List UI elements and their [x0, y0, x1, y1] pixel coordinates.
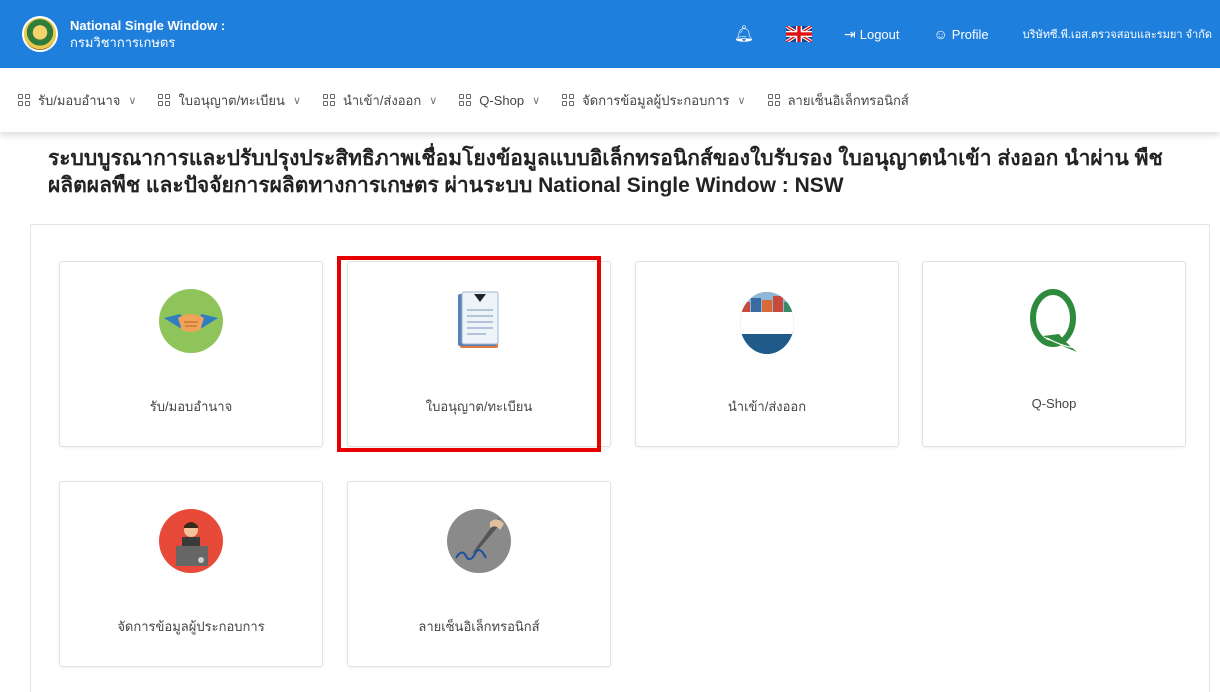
uk-flag-icon[interactable] [786, 26, 812, 42]
chevron-down-icon: ∨ [128, 94, 137, 107]
top-header: National Single Window : กรมวิชาการเกษตร… [0, 0, 1220, 68]
card-operator-data[interactable]: จัดการข้อมูลผู้ประกอบการ [59, 481, 323, 667]
brand-text: National Single Window : กรมวิชาการเกษตร [70, 17, 225, 51]
grid-icon [323, 94, 335, 106]
chevron-down-icon: ∨ [292, 94, 301, 107]
nav-item-authorization[interactable]: รับ/มอบอำนาจ ∨ [18, 90, 136, 111]
grid-icon [158, 94, 171, 106]
card-q-shop[interactable]: Q-Shop [922, 261, 1186, 447]
grid-icon [459, 94, 472, 106]
cargo-ship-icon [740, 292, 794, 354]
nav-item-q-shop[interactable]: Q-Shop ∨ [459, 93, 540, 108]
bell-icon[interactable]: 🔔︎ [734, 24, 754, 44]
company-name[interactable]: บริษัทซี.พี.เอส.ตรวจสอบและรมยา จำกัด [1023, 25, 1212, 43]
nav-label: จัดการข้อมูลผู้ประกอบการ [582, 92, 730, 108]
chevron-down-icon: ∨ [737, 94, 746, 107]
card-label: Q-Shop [1031, 396, 1077, 411]
chevron-down-icon: ∨ [429, 94, 438, 107]
card-label: ลายเซ็นอิเล็กทรอนิกส์ [418, 619, 540, 634]
card-label: จัดการข้อมูลผู้ประกอบการ [117, 619, 265, 634]
department-name: กรมวิชาการเกษตร [70, 35, 176, 50]
main-nav: รับ/มอบอำนาจ ∨ ใบอนุญาต/ทะเบียน ∨ นำเข้า… [0, 68, 1220, 132]
card-import-export[interactable]: นำเข้า/ส่งออก [635, 261, 899, 447]
nav-item-operator-data[interactable]: จัดการข้อมูลผู้ประกอบการ ∨ [562, 90, 746, 111]
card-e-signature[interactable]: ลายเซ็นอิเล็กทรอนิกส์ [347, 481, 611, 667]
logout-label: Logout [859, 26, 900, 42]
grid-icon [18, 94, 30, 106]
profile-link[interactable]: ☺ Profile [934, 26, 989, 42]
header-actions: 🔔︎ ⇥ Logout ☺ Profile บริษัทซี.พี.เอส.ตร… [734, 0, 1220, 68]
page-title: ระบบบูรณาการและปรับปรุงประสิทธิภาพเชื่อม… [48, 145, 1198, 199]
page-title-line2: ผลิตผลพืช และปัจจัยการผลิตทางการเกษตร ผ่… [48, 174, 844, 197]
signature-icon [447, 509, 511, 573]
page-title-line1: ระบบบูรณาการและปรับปรุงประสิทธิภาพเชื่อม… [48, 147, 1163, 170]
logout-icon: ⇥ [844, 25, 856, 42]
nav-label: ใบอนุญาต/ทะเบียน [178, 92, 285, 108]
nav-label: Q-Shop [479, 92, 525, 108]
profile-label: Profile [951, 26, 989, 42]
nav-item-e-signature[interactable]: ลายเซ็นอิเล็กทรอนิกส์ [767, 90, 909, 111]
card-label: นำเข้า/ส่งออก [727, 399, 807, 414]
department-seal-logo [22, 16, 58, 52]
card-label: รับ/มอบอำนาจ [149, 399, 233, 414]
nav-label: ลายเซ็นอิเล็กทรอนิกส์ [787, 92, 909, 108]
nav-item-import-export[interactable]: นำเข้า/ส่งออก ∨ [323, 90, 437, 111]
nav-item-license[interactable]: ใบอนุญาต/ทะเบียน ∨ [158, 90, 301, 111]
grid-icon [767, 94, 780, 106]
grid-icon [562, 94, 575, 106]
logout-link[interactable]: ⇥ Logout [844, 26, 900, 43]
brand[interactable]: National Single Window : กรมวิชาการเกษตร [0, 0, 225, 68]
nav-label: รับ/มอบอำนาจ [38, 92, 121, 108]
nav-label: นำเข้า/ส่งออก [343, 92, 422, 108]
operator-icon [159, 509, 223, 573]
user-icon: ☺ [933, 26, 948, 42]
selection-highlight-box [337, 256, 601, 452]
q-logo-icon [1030, 289, 1077, 352]
handshake-icon [159, 289, 223, 353]
chevron-down-icon: ∨ [532, 94, 541, 107]
app-title: National Single Window : [70, 18, 226, 33]
card-authorization[interactable]: รับ/มอบอำนาจ [59, 261, 323, 447]
